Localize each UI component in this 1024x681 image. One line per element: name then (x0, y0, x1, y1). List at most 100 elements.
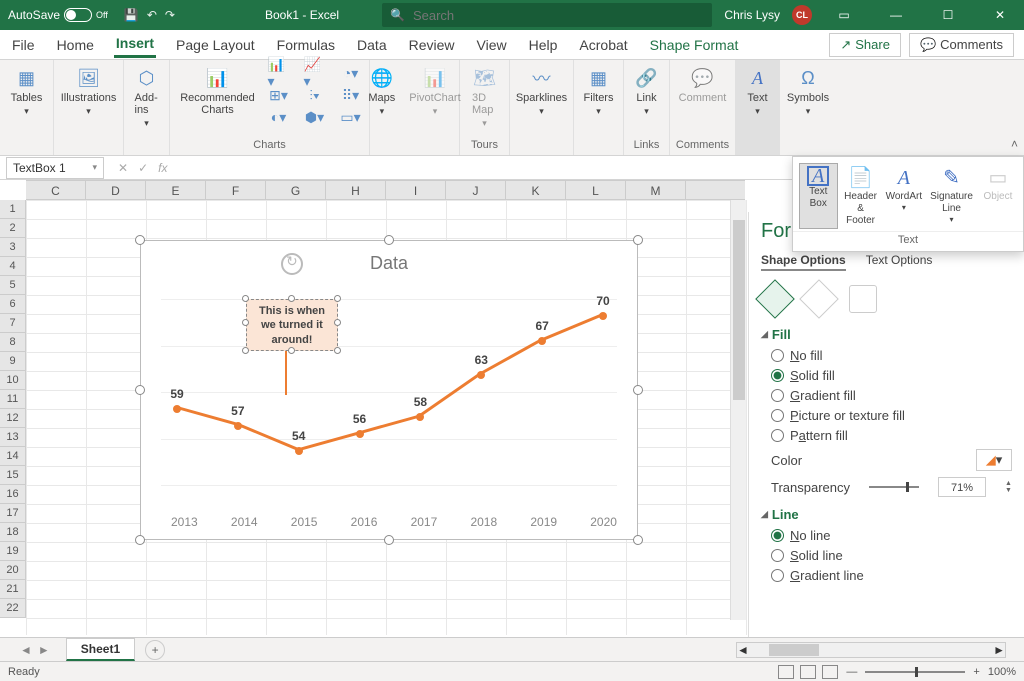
symbols-button[interactable]: ΩSymbols▾ (783, 64, 833, 119)
text-button[interactable]: AText▾ (742, 64, 774, 119)
line-chart-icon[interactable]: 📈▾ (304, 64, 326, 82)
3dmap-button[interactable]: 🗺3D Map▾ (468, 64, 501, 131)
zoom-level[interactable]: 100% (988, 666, 1016, 678)
row-headers[interactable]: 12345678910111213141516171819202122 (0, 200, 26, 618)
header-footer-button[interactable]: 📄Header & Footer (842, 163, 880, 229)
cancel-formula-icon[interactable]: ✕ (118, 161, 128, 175)
tab-insert[interactable]: Insert (114, 31, 156, 58)
stepper-up-icon[interactable]: ▲ (1005, 480, 1012, 487)
bar-chart-icon[interactable]: 📊▾ (268, 64, 290, 82)
close-icon[interactable]: ✕ (980, 0, 1020, 30)
x-axis-labels: 20132014201520162017201820192020 (171, 515, 617, 529)
pattern-fill-radio[interactable]: Pattern fill (771, 428, 1012, 443)
add-sheet-button[interactable]: + (145, 640, 165, 660)
tab-formulas[interactable]: Formulas (275, 33, 337, 57)
zoom-slider[interactable] (865, 671, 965, 673)
sheet-tab-sheet1[interactable]: Sheet1 (66, 638, 135, 661)
chart-refresh-icon[interactable] (281, 253, 303, 275)
map-chart-icon[interactable]: ▭▾ (340, 108, 362, 126)
pie-chart-icon[interactable]: ◔▾ (340, 64, 362, 82)
vertical-scrollbar[interactable] (730, 200, 746, 620)
callout-textbox[interactable]: This is when we turned it around! (246, 299, 338, 351)
collapse-ribbon-icon[interactable]: ˄ (1011, 137, 1018, 151)
filters-button[interactable]: ▦Filters▾ (580, 64, 618, 119)
enter-formula-icon[interactable]: ✓ (138, 161, 148, 175)
hier-chart-icon[interactable]: ⊞▾ (268, 86, 290, 104)
fill-color-button[interactable]: ◢▾ (976, 449, 1012, 471)
name-box[interactable]: TextBox 1▾ (6, 157, 104, 179)
minimize-icon[interactable]: — (876, 0, 916, 30)
worksheet-grid[interactable]: CDEFGHIJKLM 1234567891011121314151617181… (0, 180, 745, 635)
undo-icon[interactable]: ↶ (147, 8, 157, 22)
picture-fill-radio[interactable]: Picture or texture fill (771, 408, 1012, 423)
tab-shape-format[interactable]: Shape Format (648, 33, 741, 57)
wordart-button[interactable]: AWordArt▾ (884, 163, 925, 229)
addins-button[interactable]: ⬡Add-ins▾ (131, 64, 163, 131)
normal-view-icon[interactable] (778, 665, 794, 679)
link-button[interactable]: 🔗Link▾ (631, 64, 663, 119)
horizontal-scrollbar[interactable]: ◄► (736, 642, 1006, 658)
tab-acrobat[interactable]: Acrobat (577, 33, 629, 57)
gradient-line-radio[interactable]: Gradient line (771, 568, 1012, 583)
fx-icon[interactable]: fx (158, 161, 167, 175)
no-fill-radio[interactable]: No fill (771, 348, 1012, 363)
no-line-radio[interactable]: No line (771, 528, 1012, 543)
pivotchart-button[interactable]: 📊PivotChart▾ (405, 64, 464, 119)
globe-icon: 🌐 (370, 66, 394, 90)
search-input[interactable] (413, 8, 704, 23)
transparency-slider[interactable] (869, 486, 919, 488)
stat-chart-icon[interactable]: ⫶▾ (304, 86, 326, 104)
tab-home[interactable]: Home (55, 33, 96, 57)
share-button[interactable]: ↗Share (829, 33, 901, 57)
redo-icon[interactable]: ↷ (165, 8, 175, 22)
fill-line-icon[interactable] (755, 279, 795, 319)
solid-fill-radio[interactable]: Solid fill (771, 368, 1012, 383)
shape-options-tab[interactable]: Shape Options (761, 253, 846, 271)
maximize-icon[interactable]: ☐ (928, 0, 968, 30)
tab-data[interactable]: Data (355, 33, 389, 57)
page-break-view-icon[interactable] (822, 665, 838, 679)
zoom-out-icon[interactable]: — (846, 666, 857, 678)
stepper-down-icon[interactable]: ▼ (1005, 487, 1012, 494)
combo-chart-icon[interactable]: ◐▾ (268, 108, 290, 126)
illustrations-button[interactable]: 🖼Illustrations▾ (57, 64, 121, 119)
user-avatar[interactable]: CL (792, 5, 812, 25)
effects-icon[interactable] (799, 279, 839, 319)
textbox-button[interactable]: AText Box (799, 163, 838, 229)
chart-plot-area[interactable]: 5957545658636770 (161, 283, 617, 499)
signature-line-button[interactable]: ✎Signature Line▾ (928, 163, 975, 229)
page-layout-view-icon[interactable] (800, 665, 816, 679)
zoom-in-icon[interactable]: + (973, 666, 979, 678)
next-sheet-icon[interactable]: ► (38, 643, 50, 657)
line-section-header[interactable]: Line (761, 507, 1012, 522)
embedded-chart[interactable]: Data 5957545658636770 This is when we tu… (140, 240, 638, 540)
recommended-charts-button[interactable]: 📊Recommended Charts (174, 64, 262, 118)
chart-title[interactable]: Data (141, 253, 637, 274)
tab-review[interactable]: Review (407, 33, 457, 57)
object-button[interactable]: ▭Object (979, 163, 1017, 229)
prev-sheet-icon[interactable]: ◄ (20, 643, 32, 657)
sparklines-button[interactable]: 〰Sparklines▾ (512, 64, 571, 119)
header-footer-icon: 📄 (847, 165, 875, 191)
surface-chart-icon[interactable]: ⬢▾ (304, 108, 326, 126)
search-box[interactable]: 🔍 (382, 3, 712, 27)
fill-section-header[interactable]: Fill (761, 327, 1012, 342)
column-headers[interactable]: CDEFGHIJKLM (26, 180, 745, 200)
solid-line-radio[interactable]: Solid line (771, 548, 1012, 563)
tab-page-layout[interactable]: Page Layout (174, 33, 257, 57)
size-properties-icon[interactable] (849, 285, 877, 313)
transparency-value[interactable]: 71% (938, 477, 986, 497)
gradient-fill-radio[interactable]: Gradient fill (771, 388, 1012, 403)
tables-button[interactable]: ▦Tables▾ (7, 64, 47, 119)
tab-view[interactable]: View (475, 33, 509, 57)
tab-help[interactable]: Help (527, 33, 560, 57)
scatter-chart-icon[interactable]: ⠿▾ (340, 86, 362, 104)
tab-file[interactable]: File (10, 33, 37, 57)
comment-button[interactable]: 💬Comment (675, 64, 731, 106)
comments-button[interactable]: 💬Comments (909, 33, 1014, 57)
text-options-tab[interactable]: Text Options (866, 253, 933, 271)
save-icon[interactable]: 💾 (124, 8, 139, 22)
autosave-toggle[interactable]: AutoSave Off (8, 8, 108, 22)
maps-button[interactable]: 🌐Maps▾ (364, 64, 399, 119)
ribbon-display-icon[interactable]: ▭ (824, 0, 864, 30)
